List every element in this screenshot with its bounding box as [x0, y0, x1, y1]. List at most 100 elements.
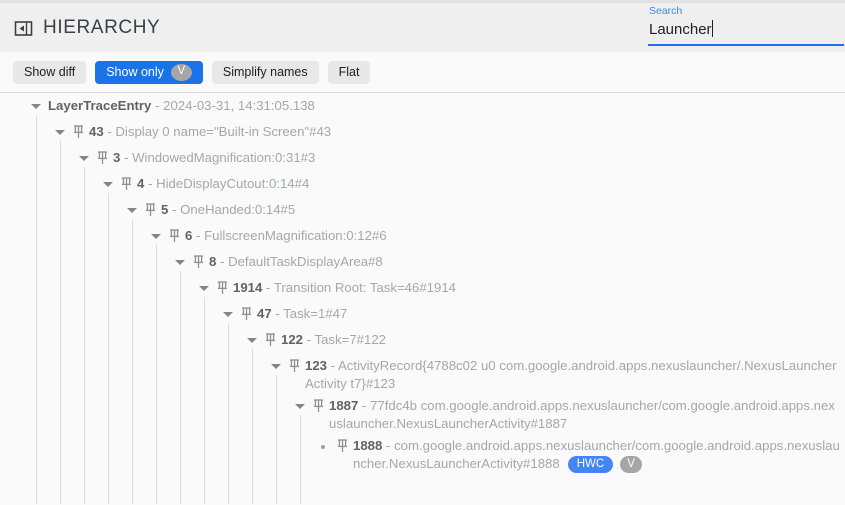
- tree-node-description: Display 0 name="Built-in Screen"#43: [115, 124, 331, 139]
- tree-node-row[interactable]: 122 - Task=7#122: [0, 327, 845, 353]
- tree-guide-line: [228, 323, 229, 504]
- tree-node-separator: -: [262, 280, 273, 295]
- tree-expander-icon[interactable]: [268, 357, 284, 375]
- flat-button[interactable]: Flat: [328, 61, 371, 84]
- tree-node-row[interactable]: 6 - FullscreenMagnification:0:12#6: [0, 223, 845, 249]
- tree-node-description: Task=1#47: [283, 306, 347, 321]
- tree-node-separator: -: [358, 398, 370, 413]
- tree-node-row[interactable]: 5 - OneHanded:0:14#5: [0, 197, 845, 223]
- tree-node-row[interactable]: 123 - ActivityRecord{4788c02 u0 com.goog…: [0, 353, 845, 393]
- tree-node-separator: -: [192, 228, 204, 243]
- tree-expander-icon[interactable]: [220, 305, 236, 323]
- text-caret: [712, 20, 713, 37]
- page-title: HIERARCHY: [43, 17, 160, 39]
- search-value-row[interactable]: Launcher: [648, 18, 844, 44]
- show-only-button[interactable]: Show only V: [95, 61, 203, 84]
- tree-node-row[interactable]: 8 - DefaultTaskDisplayArea#8: [0, 249, 845, 275]
- simplify-names-label: Simplify names: [223, 61, 308, 84]
- filters-toolbar: Show diff Show only V Simplify names Fla…: [0, 52, 845, 93]
- tree-node-description: HideDisplayCutout:0:14#4: [156, 176, 309, 191]
- pin-icon: [72, 124, 85, 140]
- tree-expander-icon[interactable]: [52, 123, 68, 141]
- tree-node-row[interactable]: 1887 - 77fdc4b com.google.android.apps.n…: [0, 393, 845, 433]
- tree-node-description: DefaultTaskDisplayArea#8: [228, 254, 383, 269]
- tree-expander-icon[interactable]: [148, 227, 164, 245]
- tree-expander-icon[interactable]: [100, 175, 116, 193]
- badge-v[interactable]: V: [620, 456, 642, 473]
- collapse-panel-icon[interactable]: [14, 19, 33, 38]
- tree-node-separator: -: [168, 202, 180, 217]
- simplify-names-button[interactable]: Simplify names: [212, 61, 319, 84]
- tree-node-label[interactable]: 1888 - com.google.android.apps.nexuslaun…: [353, 437, 840, 473]
- tree-node-description: 2024-03-31, 14:31:05.138: [163, 98, 315, 113]
- search-input[interactable]: Launcher: [648, 18, 712, 42]
- tree-expander-icon[interactable]: [172, 253, 188, 271]
- pin-icon: [168, 228, 181, 244]
- show-diff-button[interactable]: Show diff: [13, 61, 86, 84]
- tree-node-id: 123: [305, 358, 327, 373]
- tree-node-label[interactable]: 1887 - 77fdc4b com.google.android.apps.n…: [329, 397, 840, 433]
- tree-node-row[interactable]: 43 - Display 0 name="Built-in Screen"#43: [0, 119, 845, 145]
- hierarchy-tree[interactable]: LayerTraceEntry - 2024-03-31, 14:31:05.1…: [0, 93, 845, 504]
- pin-icon: [216, 280, 229, 296]
- tree-node-row[interactable]: 3 - WindowedMagnification:0:31#3: [0, 145, 845, 171]
- tree-node-row[interactable]: 1888 - com.google.android.apps.nexuslaun…: [0, 433, 845, 473]
- tree-node-row[interactable]: 47 - Task=1#47: [0, 301, 845, 327]
- tree-node-label[interactable]: 43 - Display 0 name="Built-in Screen"#43: [89, 123, 331, 141]
- tree-node-label[interactable]: 6 - FullscreenMagnification:0:12#6: [185, 227, 387, 245]
- tree-node-id: LayerTraceEntry: [48, 98, 151, 113]
- tree-node-separator: -: [216, 254, 228, 269]
- tree-node-separator: -: [382, 438, 394, 453]
- tree-guide-line: [204, 297, 205, 504]
- show-only-label: Show only: [106, 61, 164, 84]
- tree-expander-icon[interactable]: [196, 279, 212, 297]
- tree-node-row[interactable]: 4 - HideDisplayCutout:0:14#4: [0, 171, 845, 197]
- tree-guide-line: [36, 115, 37, 504]
- tree-node-separator: -: [272, 306, 283, 321]
- tree-node-label[interactable]: 123 - ActivityRecord{4788c02 u0 com.goog…: [305, 357, 840, 393]
- tree-node-separator: -: [303, 332, 314, 347]
- tree-node-separator: -: [327, 358, 338, 373]
- tree-node-label[interactable]: 122 - Task=7#122: [281, 331, 386, 349]
- tree-node-description: FullscreenMagnification:0:12#6: [204, 228, 387, 243]
- tree-node-label[interactable]: 4 - HideDisplayCutout:0:14#4: [137, 175, 309, 193]
- tree-node-row[interactable]: 1914 - Transition Root: Task=46#1914: [0, 275, 845, 301]
- flat-label: Flat: [339, 61, 360, 84]
- tree-node-description: OneHanded:0:14#5: [180, 202, 295, 217]
- pin-icon: [120, 176, 133, 192]
- tree-node-separator: -: [104, 124, 116, 139]
- tree-expander-icon[interactable]: [124, 201, 140, 219]
- badge-hwc[interactable]: HWC: [568, 456, 613, 473]
- tree-node-badges: HWC V: [568, 456, 642, 473]
- tree-guide-line: [180, 271, 181, 504]
- tree-guide-line: [276, 375, 277, 504]
- tree-guide-line: [132, 219, 133, 504]
- tree-expander-icon[interactable]: [76, 149, 92, 167]
- tree-node-description: Task=7#122: [315, 332, 387, 347]
- tree-expander-icon[interactable]: [28, 97, 44, 115]
- tree-node-label[interactable]: 5 - OneHanded:0:14#5: [161, 201, 295, 219]
- tree-node-label[interactable]: 3 - WindowedMagnification:0:31#3: [113, 149, 315, 167]
- show-only-chip[interactable]: V: [171, 64, 192, 81]
- tree-guide-line: [156, 245, 157, 504]
- tree-node-id: 43: [89, 124, 104, 139]
- tree-node-label[interactable]: 47 - Task=1#47: [257, 305, 347, 323]
- tree-node-description: WindowedMagnification:0:31#3: [132, 150, 315, 165]
- tree-node-label[interactable]: LayerTraceEntry - 2024-03-31, 14:31:05.1…: [48, 97, 315, 115]
- tree-node-separator: -: [144, 176, 156, 191]
- search-field-group[interactable]: Search Launcher: [648, 5, 844, 46]
- app-header: HIERARCHY Search Launcher: [0, 3, 845, 52]
- tree-expander-icon[interactable]: [244, 331, 260, 349]
- tree-guide-line: [252, 349, 253, 504]
- tree-node-description: 77fdc4b com.google.android.apps.nexuslau…: [329, 398, 835, 431]
- tree-guide-line: [84, 167, 85, 504]
- tree-node-separator: -: [120, 150, 132, 165]
- tree-node-row[interactable]: LayerTraceEntry - 2024-03-31, 14:31:05.1…: [0, 93, 845, 119]
- tree-guide-line: [300, 415, 301, 504]
- pin-icon: [240, 306, 253, 322]
- tree-node-label[interactable]: 8 - DefaultTaskDisplayArea#8: [209, 253, 383, 271]
- tree-node-label[interactable]: 1914 - Transition Root: Task=46#1914: [233, 279, 456, 297]
- show-diff-label: Show diff: [24, 61, 75, 84]
- tree-expander-icon[interactable]: [292, 397, 308, 415]
- pin-icon: [264, 332, 277, 348]
